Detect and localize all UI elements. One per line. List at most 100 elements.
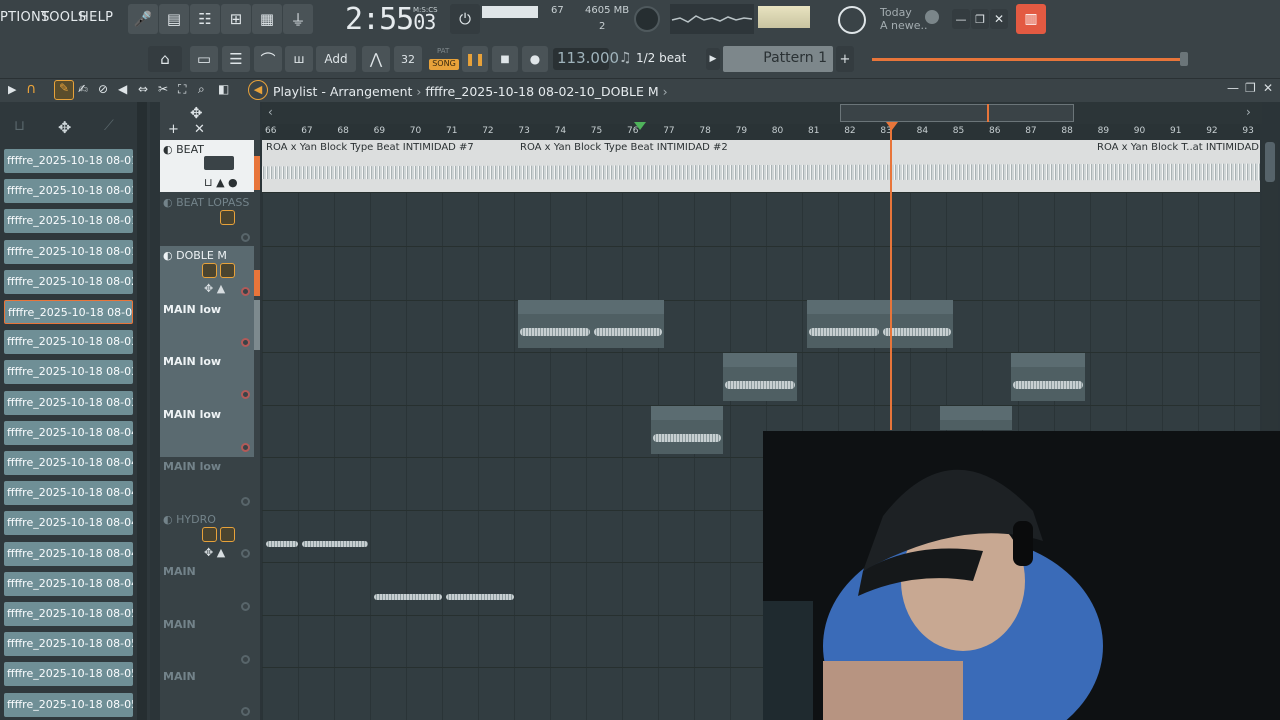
doble-m-mute-icon[interactable] [202,263,217,278]
browser-item[interactable]: ffffre_2025-10-18 08-02-... [4,300,133,324]
browser-item[interactable]: ffffre_2025-10-18 08-05-... [4,662,133,687]
track-main-3[interactable]: MAIN [160,667,254,720]
time-ruler[interactable]: 66 67 68 69 70 71 72 73 74 75 76 77 78 79 80 81 82 83 84 85… [262,124,1260,140]
metronome-icon[interactable]: ⌒ [254,46,282,72]
browser-item[interactable]: ffffre_2025-10-18 08-03-... [4,390,133,415]
loop-start-marker[interactable] [634,122,646,130]
stop-icon[interactable]: ■ [492,46,518,72]
track-main-low-2[interactable]: MAIN low [160,352,254,405]
minimize-icon[interactable]: — [952,9,970,29]
browser-item[interactable]: ffffre_2025-10-18 08-01-... [4,149,133,173]
clip[interactable]: ▸ ffffre..6_MAIN [444,564,516,612]
main-low-1-record-icon[interactable] [241,338,250,347]
chevron-right-icon[interactable]: ▶ [706,48,720,70]
draw-tool-icon[interactable]: ✎ [54,80,74,100]
zoom-tool-icon[interactable]: ⌕ [198,82,205,97]
grid-scrollbar[interactable] [1262,140,1278,430]
add-pattern-icon[interactable]: + [836,46,854,72]
menu-help[interactable]: HELP [79,10,113,25]
browser-item[interactable]: ffffre_2025-10-18 08-03-... [4,360,133,385]
playhead-marker[interactable] [886,122,898,130]
wait-icon[interactable]: ꟺ [285,46,313,72]
link-icon[interactable]: ⟋ [104,118,114,134]
main-low-3-record-icon[interactable] [241,443,250,452]
tempo-field[interactable]: 113.000 [553,48,619,70]
hydro-move-icon[interactable]: ✥ ▲ [204,546,225,559]
track-main-2[interactable]: MAIN [160,615,254,667]
master-pitch-knob[interactable] [838,6,866,34]
remove-track-icon[interactable]: ✕ [194,122,205,137]
mixer-icon[interactable]: ☷ [190,4,220,34]
playback-tool-icon[interactable]: ◧ [218,82,229,96]
mute-tool-icon[interactable]: ◀ [118,82,127,96]
doble-m-record-icon[interactable] [241,287,250,296]
channel-rack-icon[interactable]: ⊞ [221,4,251,34]
audio-clip-beat[interactable]: ROA x Yan Block Type Beat INTIMIDAD #7 R… [262,140,1277,192]
scroll-right-icon[interactable]: › [1246,105,1251,119]
main-2-record-icon[interactable] [241,655,250,664]
grid-scrollbar-thumb[interactable] [1265,142,1275,182]
browser-icon[interactable]: ☰ [222,46,250,72]
news-text[interactable]: A newe.. [880,19,928,32]
track-main-1[interactable]: MAIN [160,562,254,615]
playlist-close-icon[interactable]: ✕ [1263,81,1273,95]
browser-item[interactable]: ffffre_2025-10-18 08-04-... [4,571,133,596]
browser-item[interactable]: ffffre_2025-10-18 08-03-... [4,330,133,355]
master-slider-track[interactable] [872,58,1182,61]
magnet-icon[interactable]: ∩ [26,81,36,97]
beat-mute-icon[interactable] [204,156,234,170]
playlist-minimize-icon[interactable]: — [1227,81,1239,95]
record-icon[interactable]: ● [522,46,548,72]
doble-m-move-icon[interactable]: ✥ ▲ [204,282,225,295]
browser-item[interactable]: ffffre_2025-10-18 08-05-... [4,602,133,626]
browser-item[interactable]: ffffre_2025-10-18 08-04-... [4,420,133,445]
browser-item[interactable]: ffffre_2025-10-18 08-01-... [4,239,133,264]
beat-piano-icon[interactable]: ⊔ ▲ ● [204,176,238,189]
clip[interactable]: ▸ ffffre..OBLE M [651,406,723,454]
beat-lopass-mute-icon[interactable] [220,210,235,225]
browser-item[interactable]: ffffre_2025-10-18 08-04-... [4,541,133,566]
add-button[interactable]: Add [316,46,356,72]
play-arrow-icon[interactable]: ▶ [8,83,16,96]
clip[interactable]: ▸ f..N [264,511,300,559]
select-tool-icon[interactable]: ⛶ [178,82,186,97]
browser-item[interactable]: ffffre_2025-10-18 08-05-... [4,692,133,717]
pattern-selector[interactable]: Pattern 1 [723,46,833,72]
beat-lopass-record-icon[interactable] [241,233,250,242]
scroll-left-icon[interactable]: ‹ [268,105,273,119]
browser-snap-icon[interactable]: ✥ [58,118,71,137]
browser-item[interactable]: ffffre_2025-10-18 08-04-... [4,451,133,475]
master-volume-knob[interactable] [634,6,660,32]
paint-tool-icon[interactable]: ✍ [78,82,88,96]
overview-window[interactable] [840,104,1074,122]
browser-item[interactable]: ffffre_2025-10-18 08-04-... [4,511,133,536]
maximize-icon[interactable]: ❐ [971,9,989,29]
stepmode-icon[interactable]: 32 [394,46,422,72]
clip[interactable]: ▸ ffffre.._MAIN [300,511,370,559]
clip[interactable]: ▸ ffffre..IN low [518,300,592,348]
main-low-2-record-icon[interactable] [241,390,250,399]
plug-icon[interactable]: ⏻ [450,4,480,34]
clip[interactable]: ▸ ffffre..OBLE M [592,300,664,348]
slice-tool-icon[interactable]: ✂ [158,82,168,96]
keyboard-icon[interactable]: ▭ [190,46,218,72]
pause-icon[interactable]: ❚❚ [462,46,488,72]
hydro-solo-icon[interactable] [220,527,235,542]
track-main-low-1[interactable]: MAIN low [160,300,254,352]
track-beat-lopass[interactable]: ◐ BEAT LOPASS [160,192,254,246]
master-slider-handle[interactable] [1180,52,1188,66]
piano-icon[interactable]: ⊔ [14,118,25,134]
mic-icon[interactable]: 🎤 [128,4,158,34]
browser-item[interactable]: ffffre_2025-10-18 08-05-... [4,632,133,657]
snap-icon[interactable]: ⋀ [362,46,390,72]
clip[interactable]: ▸ ffffre.._MAIN [372,564,444,612]
clip[interactable]: ▸ ffffre..OBLE M [1011,353,1085,401]
track-main-low-3[interactable]: MAIN low [160,405,254,457]
slip-tool-icon[interactable]: ⇔ [138,82,148,96]
clip[interactable]: ▸ ffffre..IN low [807,300,881,348]
piano-roll-icon[interactable]: ▦ [252,4,282,34]
clip[interactable]: ▸ ffffre..OBLE M [723,353,797,401]
arrangement-overview[interactable]: ‹ › [262,102,1262,124]
pat-song-toggle[interactable]: PAT SONG [428,46,460,72]
main-low-4-record-icon[interactable] [241,497,250,506]
